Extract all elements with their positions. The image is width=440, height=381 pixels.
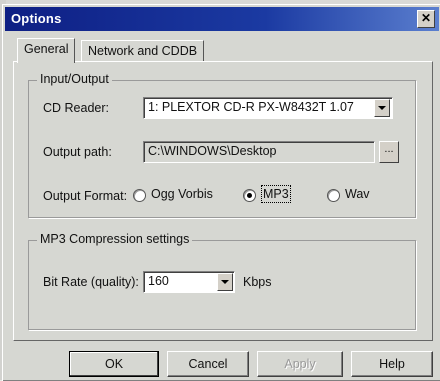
tab-general[interactable]: General (17, 38, 76, 63)
cd-reader-select[interactable]: 1: PLEXTOR CD-R PX-W8432T 1.07 (143, 97, 393, 119)
bitrate-value: 160 (148, 274, 169, 288)
output-format-label: Output Format: (43, 189, 128, 203)
output-path-field[interactable]: C:\WINDOWS\Desktop (143, 141, 375, 163)
chevron-down-icon (378, 106, 386, 110)
radio-mp3[interactable] (243, 189, 256, 202)
apply-button[interactable]: Apply (257, 351, 343, 377)
mp3-compression-group-label: MP3 Compression settings (37, 232, 193, 246)
browse-button-label: ... (384, 143, 394, 155)
close-icon: ✕ (420, 11, 432, 25)
radio-ogg-vorbis[interactable] (133, 189, 146, 202)
mp3-compression-group: MP3 Compression settings Bit Rate (quali… (28, 232, 416, 330)
chevron-down-icon (221, 280, 229, 284)
tab-network-and-cddb[interactable]: Network and CDDB (81, 40, 205, 62)
output-path-value: C:\WINDOWS\Desktop (148, 144, 277, 158)
cd-reader-label: CD Reader: (43, 101, 109, 115)
radio-wav[interactable] (327, 189, 340, 202)
wav-label[interactable]: Wav (345, 187, 370, 201)
close-button[interactable]: ✕ (417, 10, 435, 28)
help-button[interactable]: Help (351, 351, 433, 377)
options-dialog: Options ✕ General Network and CDDB Input… (2, 4, 440, 381)
cancel-button[interactable]: Cancel (167, 351, 249, 377)
bitrate-unit: Kbps (243, 275, 272, 289)
input-output-group-label: Input/Output (37, 72, 112, 86)
title-bar[interactable]: Options ✕ (5, 7, 439, 31)
browse-button[interactable]: ... (379, 141, 399, 163)
tab-network-label: Network and CDDB (88, 44, 198, 58)
ok-button-label: OK (104, 357, 124, 371)
ok-button[interactable]: OK (69, 351, 159, 377)
mp3-label[interactable]: MP3 (261, 185, 291, 203)
help-button-label: Help (379, 357, 405, 371)
cancel-button-label: Cancel (188, 357, 228, 371)
tab-general-label: General (24, 42, 69, 56)
ogg-vorbis-label[interactable]: Ogg Vorbis (151, 187, 213, 201)
apply-button-label: Apply (284, 357, 316, 371)
bitrate-label: Bit Rate (quality): (43, 275, 139, 289)
output-path-label: Output path: (43, 145, 112, 159)
input-output-group: Input/Output CD Reader: 1: PLEXTOR CD-R … (28, 72, 416, 218)
general-tab-panel: Input/Output CD Reader: 1: PLEXTOR CD-R … (13, 61, 433, 341)
bitrate-dropdown-button[interactable] (217, 273, 233, 291)
cd-reader-value: 1: PLEXTOR CD-R PX-W8432T 1.07 (148, 100, 354, 114)
cd-reader-dropdown-button[interactable] (374, 99, 390, 117)
window-title: Options (11, 11, 62, 26)
